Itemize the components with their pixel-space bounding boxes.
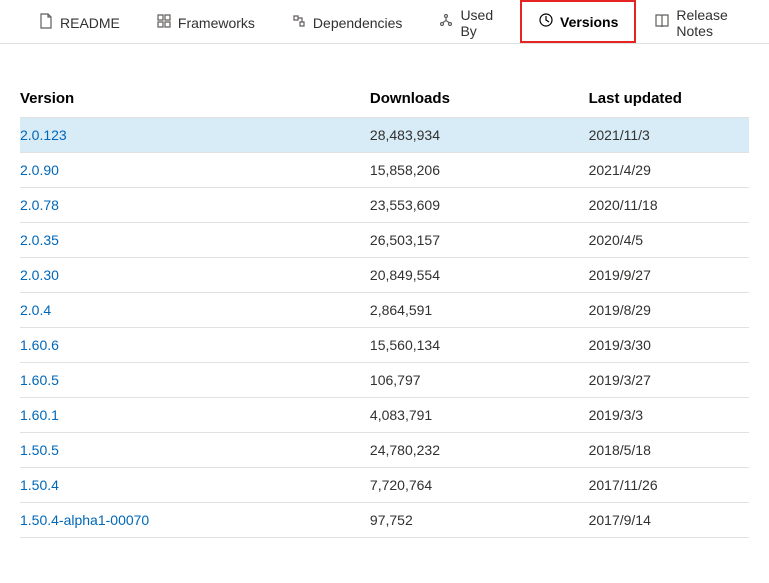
version-link[interactable]: 2.0.4 — [20, 302, 51, 318]
version-cell: 2.0.123 — [20, 118, 370, 153]
downloads-cell: 97,752 — [370, 503, 589, 538]
version-cell: 2.0.30 — [20, 258, 370, 293]
column-header-downloads: Downloads — [370, 80, 589, 118]
version-link[interactable]: 1.50.4-alpha1-00070 — [20, 512, 149, 528]
last-updated-cell: 2021/4/29 — [589, 153, 749, 188]
tab-dependencies[interactable]: Dependencies — [273, 0, 421, 43]
tab-label: README — [60, 15, 120, 31]
table-row: 1.50.4-alpha1-00070 97,7522017/9/14 — [20, 503, 749, 538]
tab-label: Dependencies — [313, 15, 403, 31]
downloads-cell: 23,553,609 — [370, 188, 589, 223]
tab-frameworks[interactable]: Frameworks — [138, 0, 273, 43]
version-cell: 1.60.6 — [20, 328, 370, 363]
last-updated-cell: 2019/3/30 — [589, 328, 749, 363]
version-link[interactable]: 2.0.30 — [20, 267, 59, 283]
version-cell: 2.0.78 — [20, 188, 370, 223]
version-cell: 2.0.4 — [20, 293, 370, 328]
tab-bar: README Frameworks Dependencies Used By V… — [0, 0, 769, 44]
table-row: 1.60.5 106,7972019/3/27 — [20, 363, 749, 398]
table-row: 1.50.4 7,720,7642017/11/26 — [20, 468, 749, 503]
versions-content: Version Downloads Last updated 2.0.123 28… — [0, 80, 769, 538]
version-cell: 1.60.1 — [20, 398, 370, 433]
last-updated-cell: 2018/5/18 — [589, 433, 749, 468]
version-link[interactable]: 2.0.78 — [20, 197, 59, 213]
version-cell: 1.50.4 — [20, 468, 370, 503]
versions-table: Version Downloads Last updated 2.0.123 28… — [20, 80, 749, 538]
version-cell: 2.0.90 — [20, 153, 370, 188]
version-link[interactable]: 1.60.1 — [20, 407, 59, 423]
history-icon — [538, 12, 554, 31]
table-row: 1.60.1 4,083,7912019/3/3 — [20, 398, 749, 433]
tab-used-by[interactable]: Used By — [420, 0, 520, 43]
version-cell: 2.0.35 — [20, 223, 370, 258]
downloads-cell: 24,780,232 — [370, 433, 589, 468]
book-icon — [654, 13, 670, 32]
version-cell: 1.50.4-alpha1-00070 — [20, 503, 370, 538]
version-link[interactable]: 2.0.123 — [20, 127, 67, 143]
table-row: 2.0.4 2,864,5912019/8/29 — [20, 293, 749, 328]
tab-readme[interactable]: README — [20, 0, 138, 43]
downloads-cell: 15,858,206 — [370, 153, 589, 188]
tab-versions[interactable]: Versions — [520, 0, 636, 43]
downloads-cell: 106,797 — [370, 363, 589, 398]
downloads-cell: 2,864,591 — [370, 293, 589, 328]
last-updated-cell: 2017/9/14 — [589, 503, 749, 538]
last-updated-cell: 2017/11/26 — [589, 468, 749, 503]
downloads-cell: 15,560,134 — [370, 328, 589, 363]
table-row: 2.0.123 28,483,9342021/11/3 — [20, 118, 749, 153]
last-updated-cell: 2019/8/29 — [589, 293, 749, 328]
tab-release-notes[interactable]: Release Notes — [636, 0, 769, 43]
table-row: 2.0.78 23,553,6092020/11/18 — [20, 188, 749, 223]
tab-label: Release Notes — [676, 7, 751, 39]
dependencies-icon — [291, 13, 307, 32]
document-icon — [38, 13, 54, 32]
last-updated-cell: 2020/4/5 — [589, 223, 749, 258]
version-link[interactable]: 2.0.35 — [20, 232, 59, 248]
downloads-cell: 28,483,934 — [370, 118, 589, 153]
last-updated-cell: 2019/9/27 — [589, 258, 749, 293]
column-header-last-updated: Last updated — [589, 80, 749, 118]
table-row: 1.60.6 15,560,1342019/3/30 — [20, 328, 749, 363]
table-row: 2.0.90 15,858,2062021/4/29 — [20, 153, 749, 188]
version-link[interactable]: 1.50.5 — [20, 442, 59, 458]
column-header-version: Version — [20, 80, 370, 118]
version-link[interactable]: 1.50.4 — [20, 477, 59, 493]
tab-label: Frameworks — [178, 15, 255, 31]
version-link[interactable]: 1.60.6 — [20, 337, 59, 353]
last-updated-cell: 2019/3/27 — [589, 363, 749, 398]
version-link[interactable]: 1.60.5 — [20, 372, 59, 388]
used-by-icon — [438, 13, 454, 32]
last-updated-cell: 2021/11/3 — [589, 118, 749, 153]
downloads-cell: 7,720,764 — [370, 468, 589, 503]
downloads-cell: 26,503,157 — [370, 223, 589, 258]
downloads-cell: 20,849,554 — [370, 258, 589, 293]
table-row: 2.0.30 20,849,5542019/9/27 — [20, 258, 749, 293]
downloads-cell: 4,083,791 — [370, 398, 589, 433]
last-updated-cell: 2019/3/3 — [589, 398, 749, 433]
version-link[interactable]: 2.0.90 — [20, 162, 59, 178]
table-row: 1.50.5 24,780,2322018/5/18 — [20, 433, 749, 468]
version-cell: 1.60.5 — [20, 363, 370, 398]
table-row: 2.0.35 26,503,1572020/4/5 — [20, 223, 749, 258]
tab-label: Versions — [560, 14, 618, 30]
version-cell: 1.50.5 — [20, 433, 370, 468]
tab-label: Used By — [460, 7, 502, 39]
last-updated-cell: 2020/11/18 — [589, 188, 749, 223]
frameworks-icon — [156, 13, 172, 32]
